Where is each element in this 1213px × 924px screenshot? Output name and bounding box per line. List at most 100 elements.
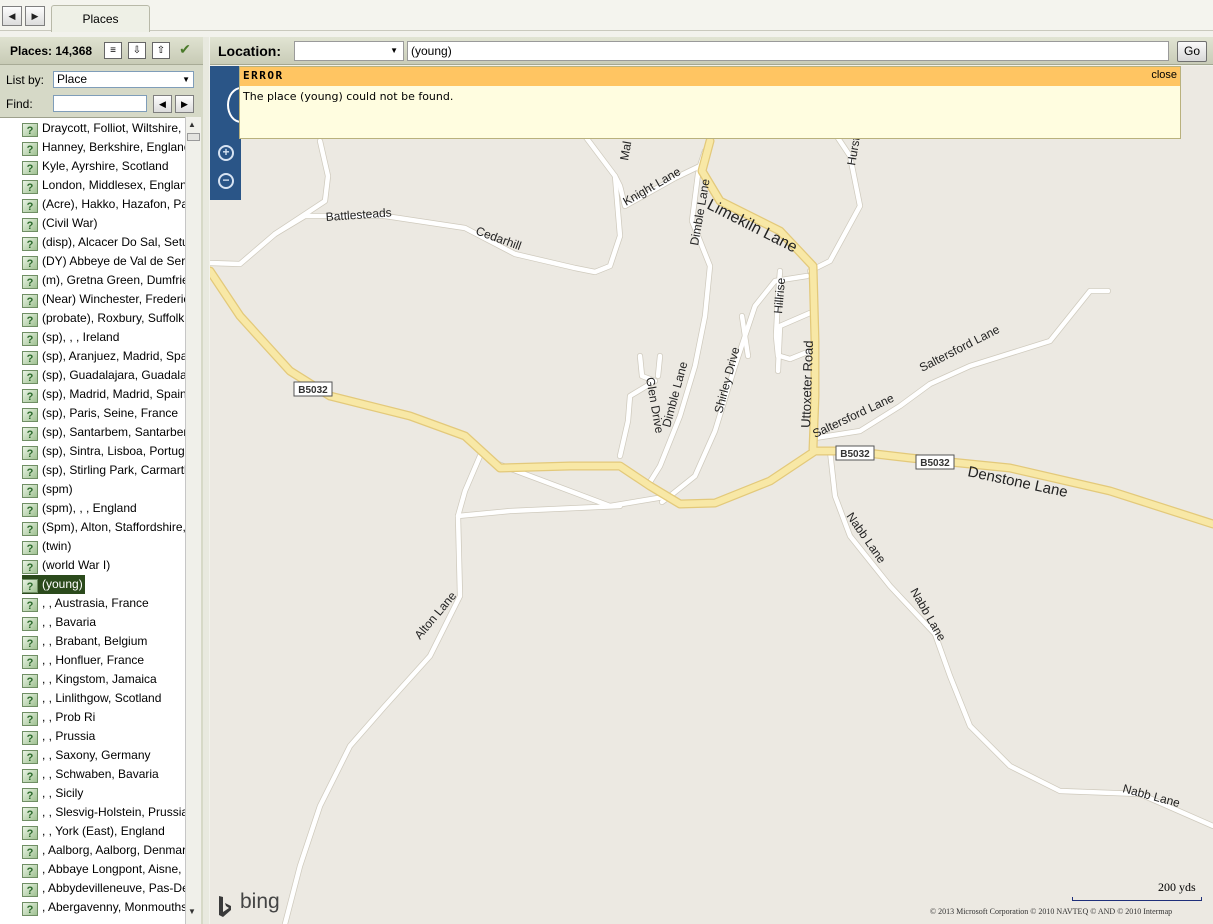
place-globe-icon: ? [22,180,38,194]
list-item[interactable]: ? (spm), , , England [22,499,185,518]
list-scrollbar[interactable]: ▲ ▼ [185,117,201,924]
list-item-label: , Abbaye Longpont, Aisne, Fr [42,862,185,876]
place-globe-icon: ? [22,655,38,669]
go-button[interactable]: Go [1177,41,1207,62]
list-item-label: , , Saxony, Germany [42,748,151,762]
list-item-label: Hanney, Berkshire, England [42,140,185,154]
list-item-label: (sp), , , Ireland [42,330,120,344]
list-item[interactable]: ? (disp), Alcacer Do Sal, Setubal [22,233,185,252]
road-shield-b5032-1: B5032 [293,381,333,397]
list-item[interactable]: ? (spm) [22,480,185,499]
list-item[interactable]: ? (sp), Guadalajara, Guadalajara [22,366,185,385]
list-item-label: (probate), Roxbury, Suffolk, M [42,311,185,325]
list-item-label: , Abergavenny, Monmouthsh [42,900,185,914]
list-item[interactable]: ? , , Prussia [22,727,185,746]
list-item[interactable]: ? , , Honfluer, France [22,651,185,670]
place-list[interactable]: ? Draycott, Folliot, Wiltshire, England? H… [0,117,185,924]
list-item[interactable]: ? , Abbydevilleneuve, Pas-De-C [22,879,185,898]
list-item[interactable]: ? (Near) Winchester, Frederick [22,290,185,309]
scroll-up-icon[interactable]: ▲ [188,120,196,129]
list-item[interactable]: ? , , York (East), England [22,822,185,841]
list-item[interactable]: ? , Abbaye Longpont, Aisne, Fr [22,860,185,879]
list-item[interactable]: ? (twin) [22,537,185,556]
find-next-button[interactable]: ▶ [175,95,194,113]
place-globe-icon: ? [22,560,38,574]
list-item-label: (sp), Santarbem, Santarbem, [42,425,185,439]
road-shield-b5032-3: B5032 [915,454,955,470]
list-item[interactable]: ? , , Bavaria [22,613,185,632]
list-item[interactable]: ? (sp), , , Ireland [22,328,185,347]
list-item[interactable]: ? (DY) Abbeye de Val de Serey [22,252,185,271]
scroll-down-icon[interactable]: ▼ [188,907,196,916]
list-item[interactable]: ? , , Sicily [22,784,185,803]
place-check-icon[interactable]: ✔ [176,42,194,59]
list-item[interactable]: ? (Spm), Alton, Staffordshire, E [22,518,185,537]
map-scale-bar [1072,897,1202,901]
list-item[interactable]: ? Draycott, Folliot, Wiltshire, England [22,119,185,138]
list-item[interactable]: ? London, Middlesex, England [22,176,185,195]
zoom-in-icon[interactable]: + [218,145,234,161]
road-shield-b5032-2: B5032 [835,445,875,461]
list-item[interactable]: ? , Abergavenny, Monmouthsh [22,898,185,917]
list-item[interactable]: ? (sp), Sintra, Lisboa, Portugal [22,442,185,461]
list-item[interactable]: ? , , Linlithgow, Scotland [22,689,185,708]
list-item[interactable]: ? , , Schwaben, Bavaria [22,765,185,784]
place-globe-icon: ? [22,484,38,498]
place-globe-icon: ? [22,522,38,536]
place-globe-icon: ? [22,465,38,479]
list-item[interactable]: ? (sp), Madrid, Madrid, Spain [22,385,185,404]
list-item[interactable]: ? (probate), Roxbury, Suffolk, M [22,309,185,328]
scroll-thumb[interactable] [187,133,200,141]
tab-places[interactable]: Places [51,5,150,32]
place-globe-icon: ? [22,579,38,593]
place-globe-icon: ? [22,332,38,346]
place-globe-icon: ? [22,351,38,365]
place-globe-icon: ? [22,446,38,460]
place-globe-icon: ? [22,427,38,441]
list-item-label: (sp), Guadalajara, Guadalajara [42,368,185,382]
move-down-icon[interactable]: ⇩ [128,42,146,59]
find-input[interactable] [53,95,147,112]
list-item[interactable]: ? (sp), Aranjuez, Madrid, Spain [22,347,185,366]
panel-splitter[interactable] [203,37,209,924]
list-item-label: (Near) Winchester, Frederick [42,292,185,306]
place-globe-icon: ? [22,826,38,840]
map-view[interactable]: Battlesteads Cedarhill Knight Lane Dimbl… [210,66,1213,924]
list-item[interactable]: ? (young) [22,575,85,594]
list-item[interactable]: ? , , Saxony, Germany [22,746,185,765]
location-type-select[interactable]: ▼ [294,41,404,61]
list-item[interactable]: ? (m), Gretna Green, Dumfries, [22,271,185,290]
list-item[interactable]: ? (sp), Stirling Park, Carmarthen [22,461,185,480]
list-item-label: (spm) [42,482,73,496]
forward-button[interactable]: ▶ [25,6,45,26]
list-item-label: (sp), Paris, Seine, France [42,406,179,420]
list-item[interactable]: ? (Civil War) [22,214,185,233]
road-label-limekiln-lane: Limekiln Lane [704,196,800,256]
map-canvas[interactable]: Battlesteads Cedarhill Knight Lane Dimbl… [210,66,1213,924]
list-by-select[interactable]: Place ▼ [53,71,194,88]
list-view-icon[interactable]: ≡ [104,42,122,59]
list-item[interactable]: ? , , Brabant, Belgium [22,632,185,651]
list-item[interactable]: ? , , Slesvig-Holstein, Prussia [22,803,185,822]
road-label-shirley-drive: Shirley Drive [711,345,742,415]
list-item[interactable]: ? Kyle, Ayrshire, Scotland [22,157,185,176]
error-close-link[interactable]: close [1151,69,1177,81]
find-previous-button[interactable]: ◀ [153,95,172,113]
list-item[interactable]: ? , , Kingstom, Jamaica [22,670,185,689]
list-item[interactable]: ? (world War I) [22,556,185,575]
back-button[interactable]: ◀ [2,6,22,26]
location-label: Location: [218,43,281,59]
list-item[interactable]: ? (sp), Paris, Seine, France [22,404,185,423]
list-item-label: , , Prussia [42,729,96,743]
list-item[interactable]: ? , Aalborg, Aalborg, Denmark [22,841,185,860]
list-item[interactable]: ? Hanney, Berkshire, England [22,138,185,157]
list-item[interactable]: ? (Acre), Hakko, Hazafon, Palestine [22,195,185,214]
location-input[interactable]: (young) [407,41,1169,61]
list-item[interactable]: ? , , Austrasia, France [22,594,185,613]
move-up-icon[interactable]: ⇧ [152,42,170,59]
list-item[interactable]: ? , , Prob Ri [22,708,185,727]
list-item[interactable]: ? (sp), Santarbem, Santarbem, [22,423,185,442]
list-item-label: (DY) Abbeye de Val de Serey [42,254,185,268]
list-item-label: , , Prob Ri [42,710,96,724]
zoom-out-icon[interactable]: − [218,173,234,189]
